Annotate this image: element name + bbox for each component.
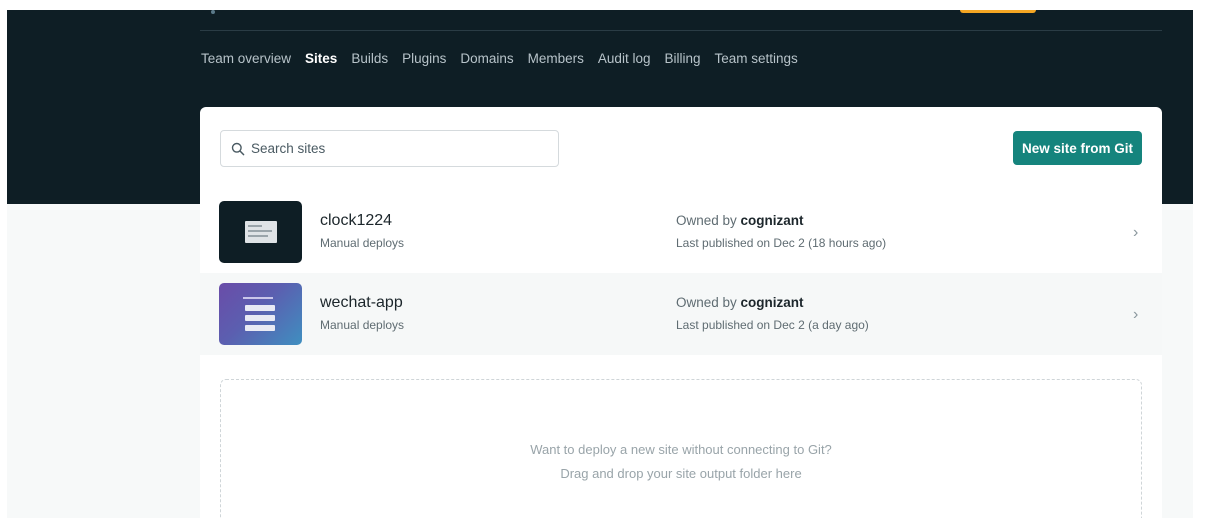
owned-by-label: Owned by <box>676 295 741 310</box>
site-owner: Owned by cognizant <box>676 295 804 310</box>
tab-plugins[interactable]: Plugins <box>402 50 446 68</box>
tab-sites[interactable]: Sites <box>305 50 337 68</box>
tab-builds[interactable]: Builds <box>351 50 388 68</box>
owned-by-label: Owned by <box>676 213 741 228</box>
header-divider <box>200 30 1162 31</box>
page: Team overview Sites Builds Plugins Domai… <box>7 10 1193 518</box>
search-icon <box>231 142 245 156</box>
search-input[interactable] <box>251 131 551 166</box>
team-nav: Team overview Sites Builds Plugins Domai… <box>201 50 812 68</box>
deploy-dropzone[interactable]: Want to deploy a new site without connec… <box>220 379 1142 518</box>
site-row-clock1224[interactable]: clock1224 Manual deploys Owned by cogniz… <box>200 191 1162 273</box>
site-row-wechat-app[interactable]: wechat-app Manual deploys Owned by cogni… <box>200 273 1162 355</box>
sites-card: New site from Git clock1224 Manual deplo… <box>200 107 1162 518</box>
dropzone-hint: Drag and drop your site output folder he… <box>560 466 802 481</box>
search-box <box>220 130 559 167</box>
site-owner: Owned by cognizant <box>676 213 804 228</box>
site-thumbnail <box>219 201 302 263</box>
chevron-right-icon[interactable]: › <box>1133 224 1138 242</box>
deploy-type: Manual deploys <box>320 236 405 250</box>
deploy-type: Manual deploys <box>320 318 405 332</box>
site-thumbnail <box>219 283 302 345</box>
tab-members[interactable]: Members <box>528 50 584 68</box>
tab-billing[interactable]: Billing <box>664 50 700 68</box>
new-site-from-git-button[interactable]: New site from Git <box>1013 131 1142 165</box>
tab-domains[interactable]: Domains <box>460 50 513 68</box>
site-name[interactable]: wechat-app <box>320 294 403 312</box>
tab-team-settings[interactable]: Team settings <box>715 50 798 68</box>
site-name[interactable]: clock1224 <box>320 212 392 230</box>
tab-audit-log[interactable]: Audit log <box>598 50 651 68</box>
owner-name: cognizant <box>740 295 804 310</box>
last-published: Last published on Dec 2 (18 hours ago) <box>676 236 887 250</box>
chevron-right-icon[interactable]: › <box>1133 306 1138 324</box>
last-published: Last published on Dec 2 (a day ago) <box>676 318 869 332</box>
logo-mark-icon <box>211 10 215 14</box>
owner-name: cognizant <box>740 213 804 228</box>
upgrade-accent[interactable] <box>960 10 1036 13</box>
tab-team-overview[interactable]: Team overview <box>201 50 291 68</box>
dropzone-title: Want to deploy a new site without connec… <box>530 442 832 457</box>
